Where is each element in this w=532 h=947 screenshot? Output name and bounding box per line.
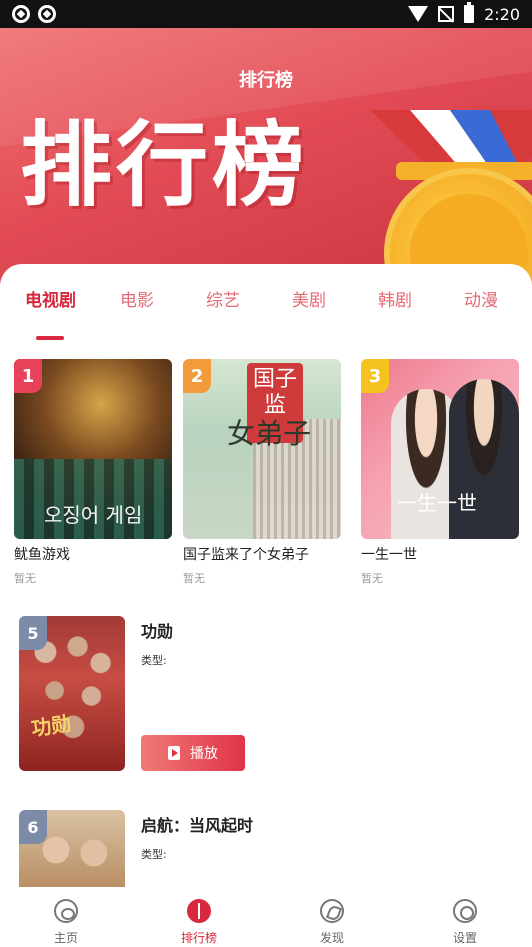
show-status: 暂无	[361, 572, 383, 585]
show-title[interactable]: 功勋	[141, 618, 173, 642]
nav-label: 设置	[452, 931, 477, 945]
tab-variety[interactable]: 综艺	[206, 286, 240, 311]
poster[interactable]: 오징어 게임 1	[14, 359, 172, 539]
rank-badge: 5	[19, 616, 47, 650]
poster-calligraphy: 女弟子	[227, 417, 312, 450]
rank-badge: 1	[14, 359, 42, 393]
status-left	[12, 5, 56, 23]
show-type: 类型:	[141, 848, 167, 861]
top-card-2[interactable]: 国子监 女弟子 2 国子监来了个女弟子 暂无	[183, 359, 341, 586]
list-item[interactable]: 功勋 5 功勋 类型: 播放	[19, 616, 519, 776]
category-tabs: 电视剧 电影 综艺 美剧 韩剧 动漫	[0, 286, 532, 340]
top-card-1[interactable]: 오징어 게임 1 鱿鱼游戏 暂无	[14, 359, 172, 586]
no-signal-icon	[438, 6, 455, 22]
show-title[interactable]: 鱿鱼游戏	[14, 544, 172, 564]
tab-tv-series[interactable]: 电视剧	[25, 286, 76, 311]
show-status: 暂无	[14, 572, 36, 585]
status-bar: 2:20	[0, 0, 532, 28]
play-icon	[168, 746, 180, 760]
notification-icon	[38, 5, 56, 23]
poster[interactable]: 一生一世 3	[361, 359, 519, 539]
tab-movies[interactable]: 电影	[120, 286, 154, 311]
play-label: 播放	[190, 746, 218, 762]
rank-badge: 3	[361, 359, 389, 393]
status-right: 2:20	[408, 2, 520, 24]
home-icon	[54, 899, 78, 923]
battery-icon	[464, 2, 475, 23]
play-button[interactable]: 播放	[141, 735, 245, 771]
nav-label: 发现	[319, 931, 344, 945]
page-title: 排行榜	[239, 70, 293, 91]
poster[interactable]: 功勋 5	[19, 616, 125, 771]
rank-badge: 6	[19, 810, 47, 844]
show-title[interactable]: 一生一世	[361, 544, 519, 564]
ranking-banner: 排行榜 排行榜	[0, 28, 532, 290]
nav-settings[interactable]: 设置	[425, 899, 505, 946]
show-title[interactable]: 启航：当风起时	[141, 812, 253, 836]
active-tab-indicator	[36, 336, 64, 340]
ranking-icon	[187, 899, 211, 923]
poster-text: 오징어 게임	[44, 503, 143, 527]
banner-heading: 排行榜	[20, 112, 309, 219]
show-title[interactable]: 国子监来了个女弟子	[183, 544, 341, 564]
tab-korean-series[interactable]: 韩剧	[378, 286, 412, 311]
tab-us-series[interactable]: 美剧	[292, 286, 326, 311]
poster-text: 功勋	[29, 711, 73, 741]
nav-label: 排行榜	[180, 931, 217, 945]
poster[interactable]: 国子监 女弟子 2	[183, 359, 341, 539]
bottom-navigation: 主页 排行榜 发现 设置	[0, 887, 532, 947]
settings-icon	[453, 899, 477, 923]
poster-calligraphy: 一生一世	[397, 491, 477, 515]
nav-ranking[interactable]: 排行榜	[159, 899, 239, 946]
nav-discover[interactable]: 发现	[292, 899, 372, 946]
content-sheet: 电视剧 电影 综艺 美剧 韩剧 动漫 오징어 게임 1 鱿鱼游戏 暂无 国子监 …	[0, 264, 532, 947]
rank-badge: 2	[183, 359, 211, 393]
wifi-icon	[408, 6, 429, 22]
show-status: 暂无	[183, 572, 205, 585]
notification-icon	[12, 5, 30, 23]
nav-home[interactable]: 主页	[26, 899, 106, 946]
discover-icon	[320, 899, 344, 923]
nav-label: 主页	[53, 931, 78, 945]
show-type: 类型:	[141, 654, 167, 667]
status-time: 2:20	[484, 4, 520, 24]
top-card-3[interactable]: 一生一世 3 一生一世 暂无	[361, 359, 519, 586]
tab-anime[interactable]: 动漫	[464, 286, 498, 311]
